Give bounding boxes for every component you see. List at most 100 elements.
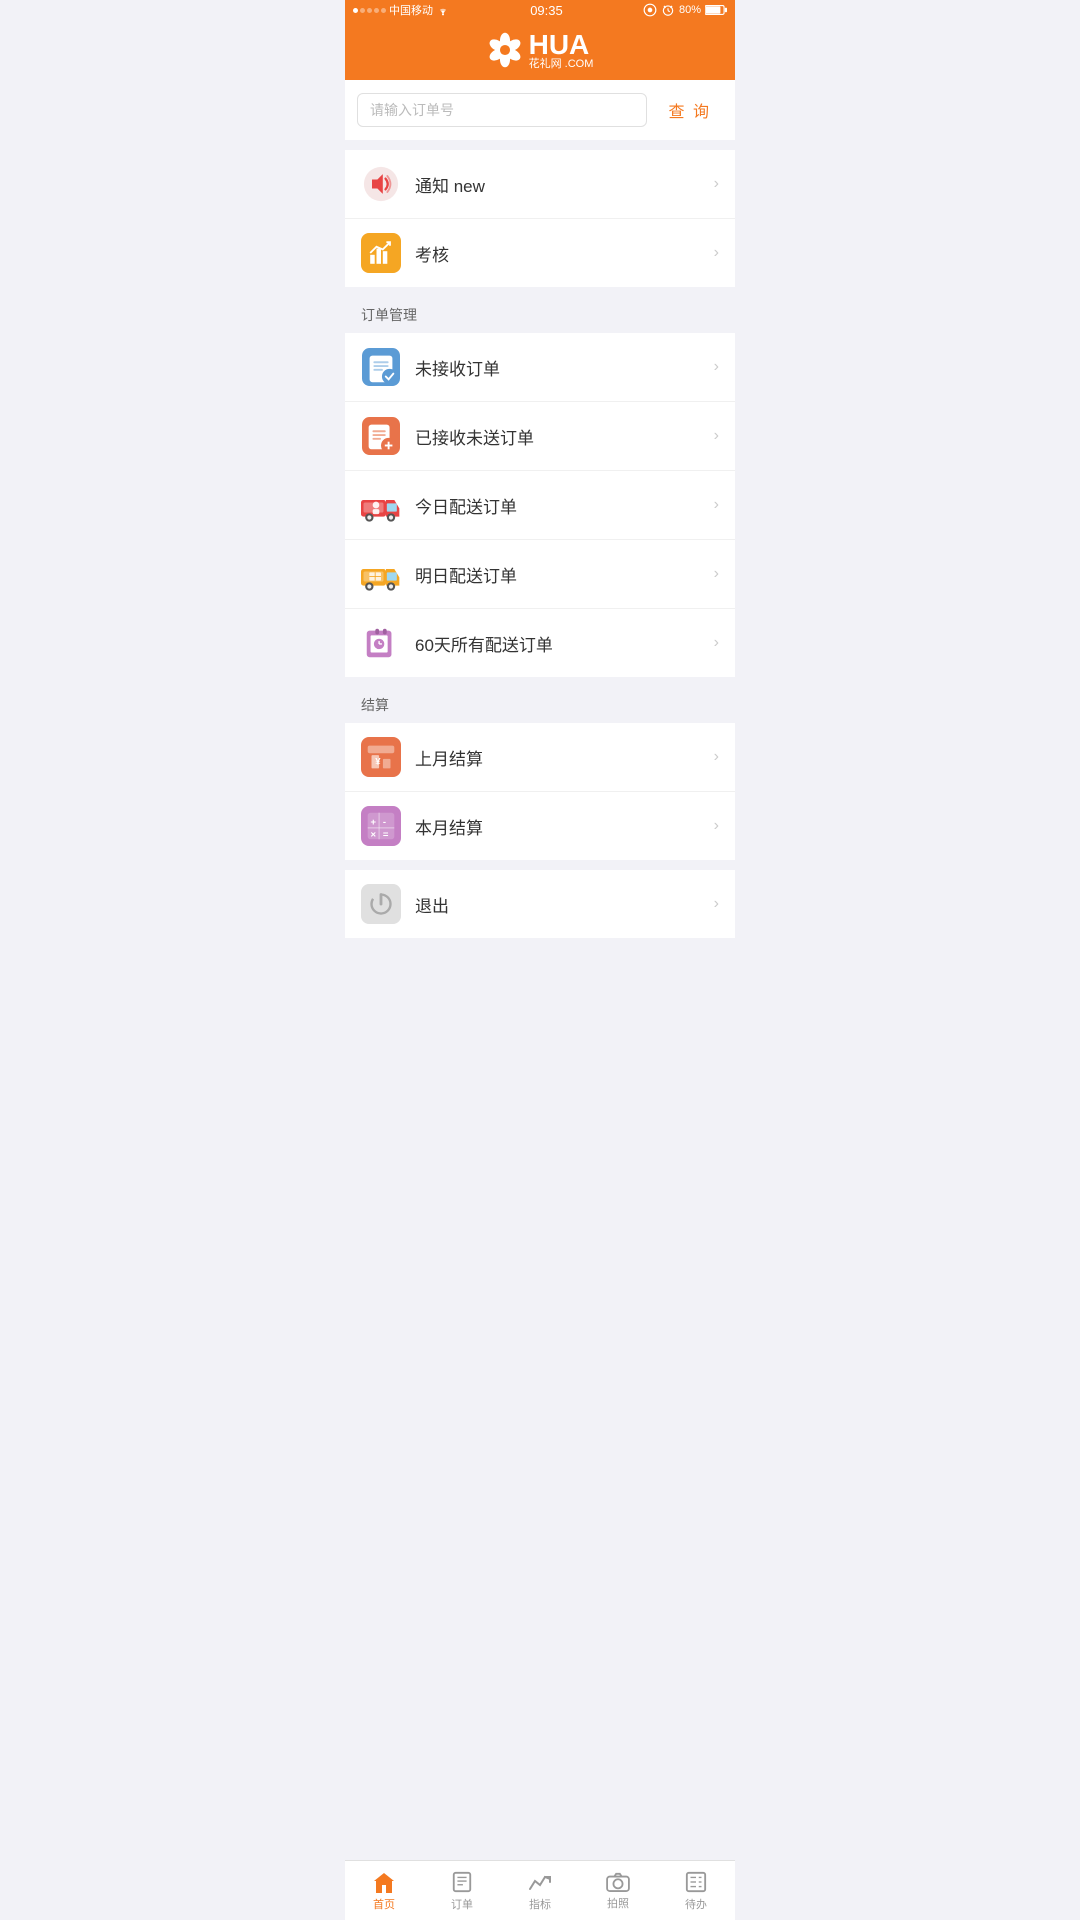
- assessment-chevron: ›: [714, 244, 719, 262]
- home-icon: [372, 1871, 396, 1893]
- todo-tab-label: 待办: [685, 1896, 707, 1912]
- svg-text:×: ×: [371, 829, 377, 840]
- svg-text:-: -: [383, 817, 386, 828]
- home-tab-icon: [372, 1869, 396, 1892]
- divider-2: [345, 287, 735, 297]
- last-month-item[interactable]: ¥ 上月结算 ›: [345, 723, 735, 792]
- signal-dot-4: [374, 8, 379, 13]
- camera-tab-label: 拍照: [607, 1895, 629, 1911]
- battery-label: 80%: [679, 4, 701, 16]
- 60days-label: 60天所有配送订单: [415, 631, 714, 656]
- 60days-icon-wrap: [361, 623, 401, 663]
- metrics-icon: [528, 1871, 552, 1893]
- camera-tab-icon: [606, 1870, 630, 1892]
- wifi-icon: [436, 5, 450, 16]
- divider-3: [345, 677, 735, 687]
- app-header: HUA 花礼网 .COM: [345, 20, 735, 80]
- logo-sub-text: 花礼网 .COM: [529, 59, 594, 70]
- today-delivery-icon: [361, 486, 401, 524]
- last-month-chevron: ›: [714, 748, 719, 766]
- unrecv-chevron: ›: [714, 358, 719, 376]
- orders-icon: [451, 1871, 473, 1893]
- unrecv-icon: [362, 348, 400, 386]
- tomorrow-icon-wrap: [361, 554, 401, 594]
- divider-4: [345, 860, 735, 870]
- assessment-item[interactable]: 考核 ›: [345, 219, 735, 287]
- order-section-header: 订单管理: [345, 297, 735, 333]
- recvd-label: 已接收未送订单: [415, 424, 714, 449]
- tab-metrics[interactable]: 指标: [501, 1861, 579, 1920]
- recvd-chevron: ›: [714, 427, 719, 445]
- logo-text-group: HUA 花礼网 .COM: [529, 31, 594, 70]
- metrics-tab-icon: [528, 1869, 552, 1892]
- order-management-section: 订单管理 未接收订单 ›: [345, 297, 735, 677]
- logout-section: 退出 ›: [345, 870, 735, 938]
- svg-text:=: =: [383, 829, 389, 840]
- notification-chevron: ›: [714, 175, 719, 193]
- search-bar: 查 询: [345, 80, 735, 140]
- todo-tab-icon: [685, 1869, 707, 1892]
- settlement-menu-list: ¥ 上月结算 › + - × = 本月结算: [345, 723, 735, 860]
- unrecv-orders-item[interactable]: 未接收订单 ›: [345, 333, 735, 402]
- assessment-icon-wrap: [361, 233, 401, 273]
- tab-bar: 首页 订单 指标 拍照: [345, 1860, 735, 1920]
- logout-item[interactable]: 退出 ›: [345, 870, 735, 938]
- last-month-icon-wrap: ¥: [361, 737, 401, 777]
- 60days-delivery-icon: [362, 624, 400, 662]
- signal-dots: [353, 8, 386, 13]
- top-menu-section: 通知 new › 考核 ›: [345, 150, 735, 287]
- today-icon-wrap: [361, 485, 401, 525]
- tomorrow-delivery-chevron: ›: [714, 565, 719, 583]
- camera-icon: [606, 1872, 630, 1892]
- this-month-chevron: ›: [714, 817, 719, 835]
- bottom-spacer: [345, 938, 735, 1008]
- carrier-label: 中国移动: [389, 2, 433, 18]
- orders-tab-label: 订单: [451, 1896, 473, 1912]
- this-month-item[interactable]: + - × = 本月结算 ›: [345, 792, 735, 860]
- recvd-icon-wrap: [361, 416, 401, 456]
- this-month-icon-wrap: + - × =: [361, 806, 401, 846]
- home-tab-label: 首页: [373, 1896, 395, 1912]
- orders-tab-icon: [451, 1869, 473, 1892]
- today-delivery-chevron: ›: [714, 496, 719, 514]
- logo-main-text: HUA: [529, 31, 590, 59]
- svg-text:¥: ¥: [375, 757, 381, 768]
- battery-icon: [705, 4, 727, 16]
- tab-home[interactable]: 首页: [345, 1861, 423, 1920]
- logout-label: 退出: [415, 892, 714, 917]
- svg-text:+: +: [371, 817, 377, 828]
- tab-todo[interactable]: 待办: [657, 1861, 735, 1920]
- status-right: 80%: [643, 3, 727, 17]
- 60days-item[interactable]: 60天所有配送订单 ›: [345, 609, 735, 677]
- today-delivery-item[interactable]: 今日配送订单 ›: [345, 471, 735, 540]
- notification-item[interactable]: 通知 new ›: [345, 150, 735, 219]
- order-menu-list: 未接收订单 › 已接收未送订单 ›: [345, 333, 735, 677]
- status-bar: 中国移动 09:35 80%: [345, 0, 735, 20]
- metrics-tab-label: 指标: [529, 1896, 551, 1912]
- divider-1: [345, 140, 735, 150]
- 60days-chevron: ›: [714, 634, 719, 652]
- search-input[interactable]: [357, 93, 647, 127]
- logout-icon-wrap: [361, 884, 401, 924]
- alarm-icon: [661, 3, 675, 17]
- logo-flower-icon: [487, 32, 523, 68]
- this-month-icon: + - × =: [362, 807, 400, 845]
- notification-icon: [363, 166, 399, 202]
- signal-dot-1: [353, 8, 358, 13]
- today-delivery-label: 今日配送订单: [415, 493, 714, 518]
- recvd-icon: [362, 417, 400, 455]
- signal-dot-2: [360, 8, 365, 13]
- logout-chevron: ›: [714, 895, 719, 913]
- notification-label: 通知 new: [415, 172, 714, 197]
- tomorrow-delivery-icon: [361, 555, 401, 593]
- todo-icon: [685, 1871, 707, 1893]
- tab-camera[interactable]: 拍照: [579, 1861, 657, 1920]
- tab-orders[interactable]: 订单: [423, 1861, 501, 1920]
- last-month-icon: ¥: [362, 738, 400, 776]
- signal-dot-3: [367, 8, 372, 13]
- tomorrow-delivery-item[interactable]: 明日配送订单 ›: [345, 540, 735, 609]
- settlement-section: 结算 ¥ 上月结算 ›: [345, 687, 735, 860]
- recvd-unsent-item[interactable]: 已接收未送订单 ›: [345, 402, 735, 471]
- status-time: 09:35: [530, 3, 563, 18]
- search-button[interactable]: 查 询: [657, 90, 723, 130]
